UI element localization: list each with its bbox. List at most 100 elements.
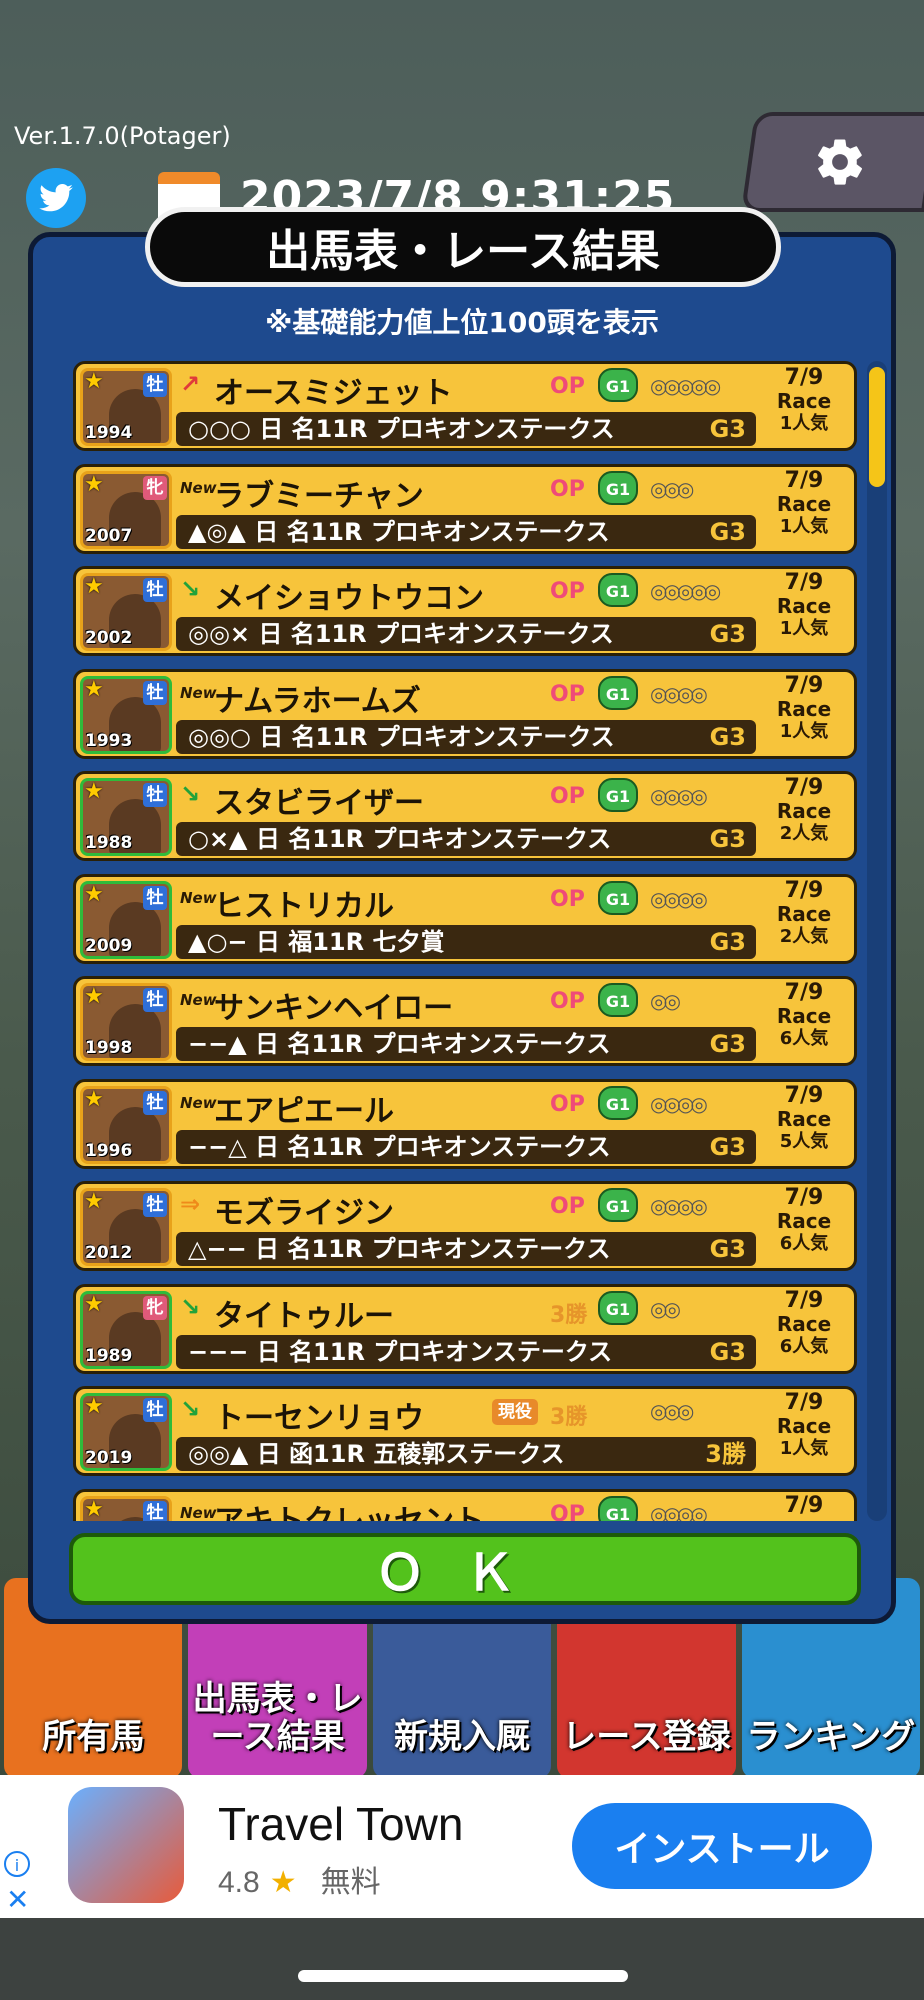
g1-badge: G1 <box>598 573 638 607</box>
race-venue: 名11R <box>287 1132 364 1161</box>
horse-name: タイトゥルー <box>214 1298 394 1334</box>
sex-badge: 牡 <box>143 680 167 705</box>
birth-year: 2012 <box>85 1243 133 1263</box>
race-info: ▲◎▲ 日 名11R プロキオンステークス <box>188 515 610 549</box>
horse-row[interactable]: ★ 牡 2009 New ヒストリカル OP G1 ◎◎◎◎ ▲○− 日 福11… <box>73 873 857 964</box>
ad-close-icon[interactable]: ✕ <box>6 1883 29 1916</box>
horse-row[interactable]: ★ 牡 2002 ↘ メイショウトウコン OP G1 ◎◎◎◎◎ ◎◎× 日 名… <box>73 566 857 656</box>
horse-name: ヒストリカル <box>214 888 394 924</box>
class-grade: OP <box>550 476 585 502</box>
horseshoe-rating-icon: ◎◎◎◎ <box>650 1501 708 1522</box>
gear-icon <box>818 139 863 185</box>
horse-row[interactable]: ★ 牡 1996 New エアピエール OP G1 ◎◎◎◎ −−△ 日 名11… <box>73 1078 857 1169</box>
settings-button[interactable] <box>740 112 924 212</box>
horseshoe-rating-icon: ◎◎◎◎ <box>650 1194 708 1218</box>
popularity: 5人気 <box>779 1130 829 1152</box>
horse-row[interactable]: ★ 牡 1988 ↘ スタビライザー OP G1 ◎◎◎◎ ○×▲ 日 名11R… <box>73 771 857 861</box>
sex-badge: 牡 <box>143 1500 167 1521</box>
popularity: 1人気 <box>779 515 829 537</box>
ad-info-icon[interactable]: i <box>4 1851 30 1877</box>
favorite-star-icon: ★ <box>84 1086 104 1112</box>
horse-portrait: ★ 牡 1993 <box>80 675 172 754</box>
prediction-marks: −−− <box>188 1337 249 1366</box>
install-button[interactable]: インストール <box>572 1803 872 1889</box>
ad-price: 無料 <box>320 1866 381 1899</box>
class-grade: OP <box>550 374 585 399</box>
race-grade: 3勝 <box>705 1440 746 1468</box>
race-label: Race <box>776 1311 832 1336</box>
class-grade: OP <box>550 886 585 912</box>
race-info: △−− 日 名11R プロキオンステークス <box>188 1232 610 1266</box>
sex-badge: 牝 <box>143 1295 167 1320</box>
horse-portrait: ★ 牡 <box>80 1495 172 1521</box>
g1-badge: G1 <box>598 1495 638 1521</box>
class-grade: OP <box>550 681 585 707</box>
ad-banner[interactable]: i ✕ Travel Town 4.8 ★ 無料 インストール <box>0 1775 924 1918</box>
race-label: Race <box>776 389 832 413</box>
favorite-star-icon: ★ <box>84 984 104 1009</box>
twitter-button[interactable] <box>26 168 86 228</box>
race-venue: 名11R <box>291 722 368 751</box>
favorite-star-icon: ★ <box>84 369 104 394</box>
race-info: ▲○− 日 福11R 七夕賞 <box>188 925 444 959</box>
app-icon[interactable] <box>68 1787 184 1903</box>
nav-race-entry-label: レース登録 <box>562 1717 731 1757</box>
popularity: 6人気 <box>779 1233 829 1254</box>
race-date: 7/9 <box>784 1492 824 1518</box>
ok-button[interactable]: ＯＫ <box>69 1533 861 1605</box>
race-detail: ▲◎▲ 日 名11R プロキオンステークス G3 <box>176 514 756 549</box>
sex-badge: 牡 <box>143 578 167 602</box>
race-grade: G3 <box>709 825 746 853</box>
race-name: プロキオンステークス <box>371 1030 611 1058</box>
bottom-safe-area <box>0 1918 924 2000</box>
race-side-info: 7/9 Race 5人気 <box>760 1083 848 1154</box>
popularity: 1人気 <box>779 720 829 742</box>
race-day: 日 <box>258 620 283 648</box>
race-date: 7/9 <box>784 1185 824 1210</box>
horse-row[interactable]: ★ 牡 New アキトクレッセント OP G1 ◎◎◎◎ 7/9 <box>73 1488 857 1522</box>
race-name: 五稜郭ステークス <box>373 1440 565 1468</box>
race-side-info: 7/9 Race 6人気 <box>760 1288 848 1359</box>
race-label: Race <box>776 1414 832 1438</box>
race-date: 7/9 <box>784 365 824 390</box>
g1-badge: G1 <box>598 983 638 1017</box>
star-icon: ★ <box>269 1866 297 1899</box>
race-day: 日 <box>259 722 284 751</box>
ad-title: Travel Town <box>218 1798 464 1850</box>
birth-year: 1994 <box>85 423 133 443</box>
horse-row[interactable]: ★ 牡 2012 ⇒ モズライジン OP G1 ◎◎◎◎ △−− 日 名11R … <box>73 1181 857 1271</box>
horse-row[interactable]: ★ 牡 1998 New サンキンヘイロー OP G1 ◎◎ −−▲ 日 名11… <box>73 976 857 1066</box>
race-grade: G3 <box>709 1235 746 1263</box>
sex-badge: 牡 <box>143 373 167 397</box>
prediction-marks: −−▲ <box>188 1030 247 1058</box>
sex-badge: 牡 <box>143 1090 167 1115</box>
prediction-marks: ◎◎▲ <box>188 1440 249 1468</box>
horse-row[interactable]: ★ 牡 1993 New ナムラホームズ OP G1 ◎◎◎◎ ◎◎○ 日 名1… <box>73 668 857 759</box>
popularity: 1人気 <box>779 618 829 639</box>
race-label: Race <box>776 594 832 618</box>
race-day: 日 <box>255 1132 280 1161</box>
nav-owned-horses-label: 所有馬 <box>42 1717 145 1757</box>
horseshoe-rating-icon: ◎◎ <box>650 989 681 1013</box>
horse-name: ラブミーチャン <box>214 478 424 514</box>
modal-subtitle: ※基礎能力値上位100頭を表示 <box>265 306 659 339</box>
horse-row[interactable]: ★ 牝 2007 New ラブミーチャン OP G1 ◎◎◎ ▲◎▲ 日 名11… <box>73 463 857 554</box>
race-venue: 名11R <box>287 1235 364 1263</box>
class-grade: OP <box>550 784 585 809</box>
race-date: 7/9 <box>784 1390 824 1415</box>
modal-title: 出馬表・レース結果 <box>145 207 781 287</box>
g1-badge: G1 <box>598 1188 638 1222</box>
horse-list[interactable]: ★ 牡 1994 ↗ オースミジェット OP G1 ◎◎◎◎◎ ○○○ 日 名1… <box>73 361 857 1521</box>
scrollbar-track[interactable] <box>867 361 887 1521</box>
race-grade: G3 <box>709 1030 746 1058</box>
horse-row[interactable]: ★ 牡 1994 ↗ オースミジェット OP G1 ◎◎◎◎◎ ○○○ 日 名1… <box>73 361 857 451</box>
horse-row[interactable]: ★ 牡 2019 ↘ トーセンリョウ 現役 3勝 ◎◎◎ ◎◎▲ 日 函11R … <box>73 1386 857 1476</box>
scrollbar-thumb[interactable] <box>869 367 885 487</box>
race-grade: G3 <box>709 927 746 956</box>
horseshoe-rating-icon: ◎◎◎◎ <box>650 886 708 911</box>
horse-portrait: ★ 牝 1989 <box>80 1290 172 1369</box>
race-day: 日 <box>259 415 284 443</box>
horse-row[interactable]: ★ 牝 1989 ↘ タイトゥルー 3勝 G1 ◎◎ −−− 日 名11R プロ… <box>73 1283 857 1374</box>
birth-year: 1988 <box>85 833 133 853</box>
horse-name: トーセンリョウ <box>214 1401 424 1436</box>
